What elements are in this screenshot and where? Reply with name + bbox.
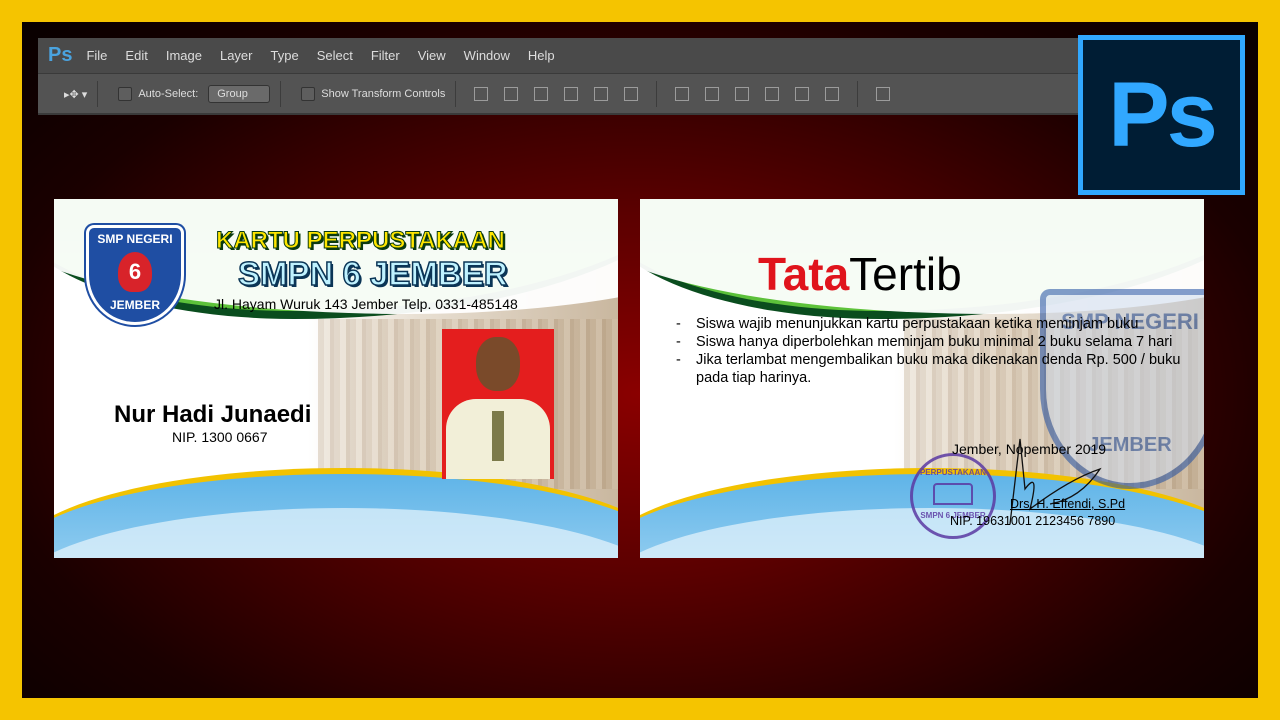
rules-title: TataTertib: [758, 247, 962, 301]
photoshop-toolbar: Ps File Edit Image Layer Type Select Fil…: [38, 38, 1098, 115]
menu-layer[interactable]: Layer: [220, 48, 253, 63]
show-transform-checkbox[interactable]: [301, 87, 316, 101]
show-transform-label: Show Transform Controls: [321, 88, 446, 100]
distribute-right-icon[interactable]: [825, 87, 840, 101]
menu-file[interactable]: File: [86, 48, 107, 63]
distribute-bottom-icon[interactable]: [735, 87, 750, 101]
auto-select-dropdown[interactable]: Group: [208, 85, 271, 103]
school-name: SMPN 6 JEMBER: [237, 254, 508, 293]
student-name: Nur Hadi Junaedi: [114, 401, 312, 428]
menu-type[interactable]: Type: [271, 48, 299, 63]
menu-select[interactable]: Select: [317, 48, 353, 63]
library-card-front: SMP NEGERI 6 JEMBER KARTU PERPUSTAKAAN S…: [54, 199, 618, 558]
auto-align-icon[interactable]: [876, 87, 891, 101]
align-left-icon[interactable]: [564, 87, 579, 101]
distribute-left-icon[interactable]: [765, 87, 780, 101]
photoshop-logo: Ps: [48, 44, 73, 66]
rule-item: Siswa hanya diperbolehkan meminjam buku …: [676, 333, 1204, 351]
align-hcenter-icon[interactable]: [594, 87, 609, 101]
logo-bottom-text: JEMBER: [109, 298, 160, 312]
rule-item: Siswa wajib menunjukkan kartu perpustaka…: [676, 315, 1204, 333]
auto-select-checkbox[interactable]: [118, 87, 133, 101]
logo-top-text: SMP NEGERI: [97, 232, 173, 246]
school-address: Jl. Hayam Wuruk 143 Jember Telp. 0331-48…: [214, 296, 518, 312]
menu-view[interactable]: View: [418, 48, 446, 63]
distribute-hcenter-icon[interactable]: [795, 87, 810, 101]
align-top-icon[interactable]: [474, 87, 489, 101]
student-nip: NIP. 1300 0667: [172, 429, 268, 445]
menu-filter[interactable]: Filter: [371, 48, 400, 63]
signer-name: Drs. H. Effendi, S.Pd: [1010, 497, 1126, 511]
distribute-top-icon[interactable]: [675, 87, 690, 101]
options-bar: ▸✥ ▾ Auto-Select: Group Show Transform C…: [38, 74, 1098, 114]
menu-edit[interactable]: Edit: [125, 48, 147, 63]
menu-help[interactable]: Help: [528, 48, 555, 63]
menu-image[interactable]: Image: [166, 48, 202, 63]
rules-list: Siswa wajib menunjukkan kartu perpustaka…: [676, 315, 1204, 387]
divider: [857, 81, 859, 107]
divider: [97, 81, 99, 107]
title-black: Tertib: [849, 248, 962, 300]
divider: [455, 81, 457, 107]
library-card-back: SMP NEGERI JEMBER TataTertib Siswa wajib…: [640, 199, 1204, 558]
divider: [280, 81, 282, 107]
card-title: KARTU PERPUSTAKAAN: [216, 227, 506, 255]
logo-number: 6: [118, 252, 152, 292]
menu-window[interactable]: Window: [464, 48, 510, 63]
auto-select-label: Auto-Select:: [138, 88, 199, 100]
align-bottom-icon[interactable]: [534, 87, 549, 101]
title-red: Tata: [758, 248, 850, 300]
align-vcenter-icon[interactable]: [504, 87, 519, 101]
rule-item: Jika terlambat mengembalikan buku maka d…: [676, 351, 1204, 387]
align-right-icon[interactable]: [624, 87, 639, 101]
book-icon: [933, 483, 973, 505]
divider: [656, 81, 658, 107]
menu-bar: Ps File Edit Image Layer Type Select Fil…: [38, 38, 1098, 74]
distribute-vcenter-icon[interactable]: [705, 87, 720, 101]
photoshop-badge: Ps: [1078, 35, 1245, 195]
move-tool-icon[interactable]: ▸✥ ▾: [64, 88, 87, 101]
school-logo: SMP NEGERI 6 JEMBER: [86, 225, 184, 325]
signer-nip: NIP. 19631001 2123456 7890: [950, 514, 1116, 528]
student-photo: [442, 329, 554, 479]
